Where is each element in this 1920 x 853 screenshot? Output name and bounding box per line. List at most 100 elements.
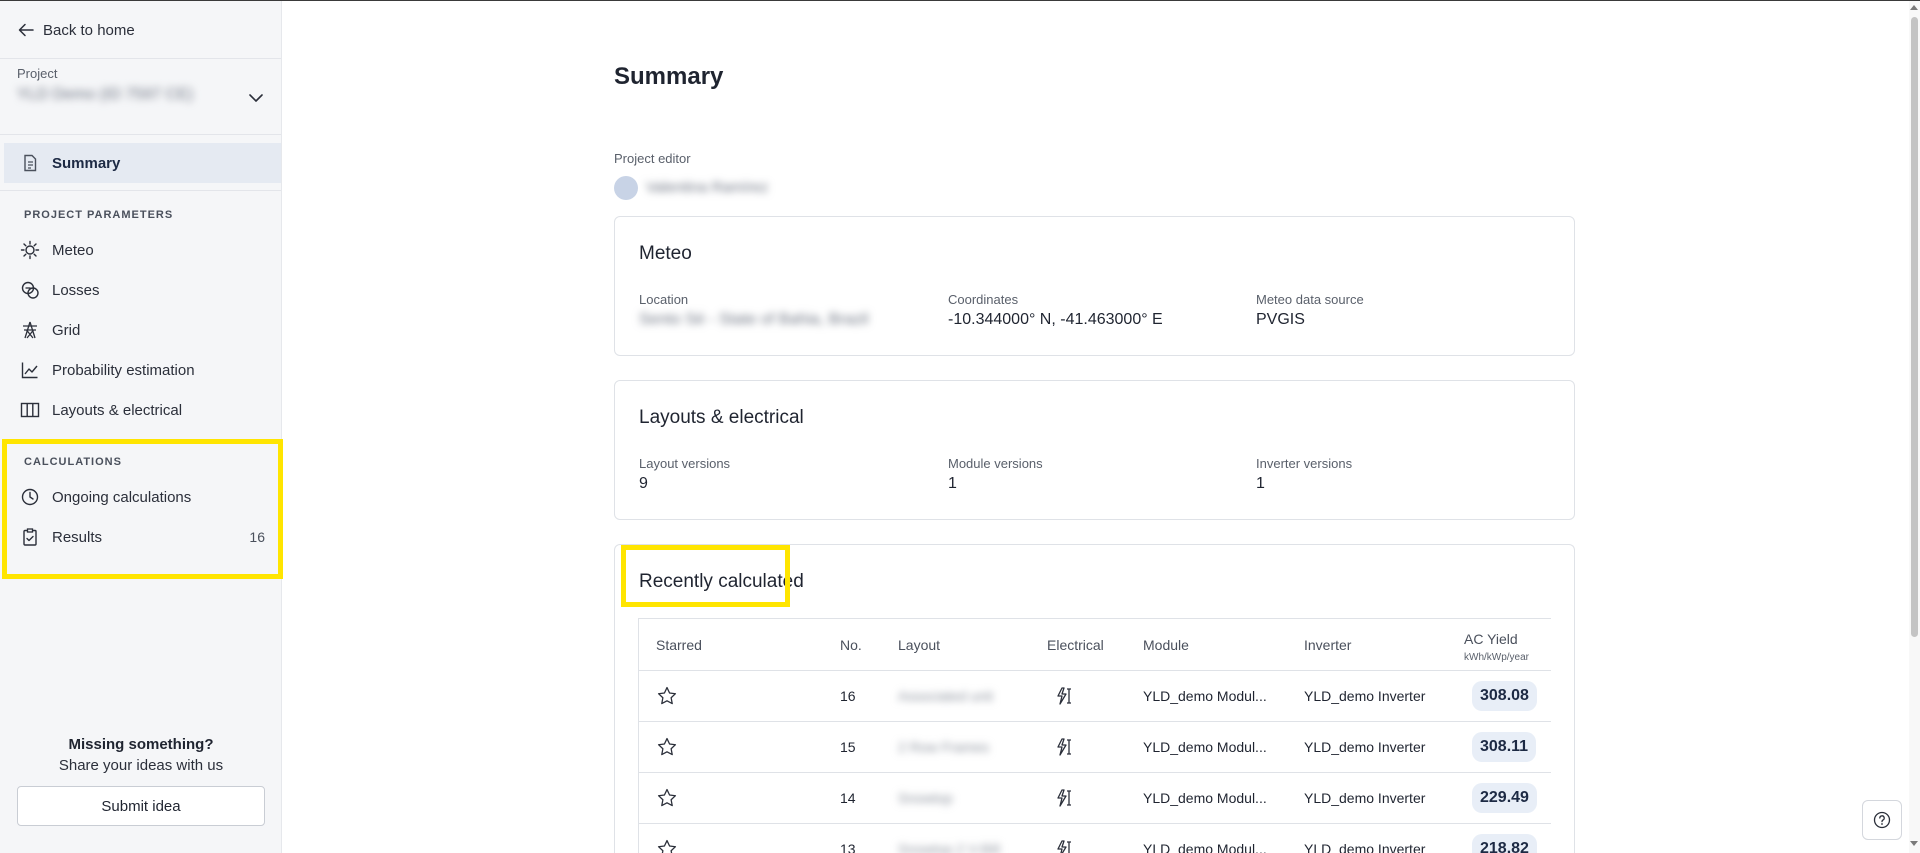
feedback-section: Missing something? Share your ideas with… (0, 736, 282, 774)
sidebar: Back to home Project YLD Demo (ID 7597 C… (0, 1, 282, 853)
row-layout: Snowtop 2 V-Bill (898, 841, 1000, 853)
meteo-card: Meteo Location Sento Sé - State of Bahia… (614, 216, 1575, 356)
scrollbar-thumb[interactable] (1911, 17, 1918, 637)
sidebar-item-losses[interactable]: Losses (4, 270, 281, 310)
column-header-no[interactable]: No. (840, 637, 862, 653)
column-header-electrical[interactable]: Electrical (1047, 637, 1104, 653)
row-inverter: YLD_demo Inverter (1304, 688, 1426, 704)
sidebar-item-label: Ongoing calculations (52, 488, 192, 506)
row-module: YLD_demo Modul... (1143, 739, 1267, 755)
section-title-project-parameters: PROJECT PARAMETERS (24, 209, 174, 221)
sidebar-item-label: Layouts & electrical (52, 401, 183, 419)
project-label: Project (17, 66, 58, 81)
sidebar-item-ongoing-calculations[interactable]: Ongoing calculations (4, 477, 281, 517)
meteo-card-title: Meteo (639, 243, 692, 264)
recent-results-table: Starred No. Layout Electrical Module Inv… (638, 618, 1551, 853)
star-icon[interactable] (656, 838, 678, 853)
meteo-source-value: PVGIS (1256, 311, 1305, 328)
sidebar-item-summary[interactable]: Summary (4, 143, 281, 183)
column-header-ac-yield[interactable]: AC Yield (1464, 631, 1518, 647)
project-editor-name: Valentina Ramírez (646, 179, 769, 196)
layout-versions-value: 9 (639, 475, 648, 492)
project-editor-label: Project editor (614, 151, 691, 166)
row-module: YLD_demo Modul... (1143, 790, 1267, 806)
inverter-versions-value: 1 (1256, 475, 1265, 492)
question-icon (1873, 811, 1891, 829)
results-count: 16 (249, 529, 265, 545)
line-chart-icon (21, 362, 38, 379)
sun-icon (20, 240, 40, 260)
table-row[interactable]: 14 Snowtop YLD_demo Modul... YLD_demo In… (639, 773, 1551, 824)
document-icon (24, 154, 37, 172)
arrow-left-icon (18, 23, 34, 37)
row-number: 15 (840, 739, 856, 755)
star-icon[interactable] (656, 736, 678, 758)
chevron-down-icon[interactable] (246, 88, 266, 108)
row-module: YLD_demo Modul... (1143, 841, 1267, 853)
column-header-starred[interactable]: Starred (656, 637, 702, 653)
row-layout: 2 Row Frames (898, 739, 990, 755)
project-name[interactable]: YLD Demo (ID 7597 CE) (17, 86, 227, 106)
sidebar-item-label: Grid (52, 321, 81, 339)
sidebar-item-label: Probability estimation (52, 361, 195, 379)
sidebar-item-label: Losses (52, 281, 100, 299)
clock-icon (21, 488, 39, 506)
electrical-icon[interactable] (1054, 788, 1074, 808)
module-versions-value: 1 (948, 475, 957, 492)
inverter-versions-label: Inverter versions (1256, 456, 1353, 471)
scroll-down-arrow-icon[interactable] (1910, 841, 1918, 846)
avatar (614, 176, 638, 200)
star-icon[interactable] (656, 685, 678, 707)
row-number: 13 (840, 841, 856, 853)
divider (0, 58, 281, 59)
ac-yield-badge: 218.82 (1472, 834, 1537, 853)
column-header-layout[interactable]: Layout (898, 637, 940, 653)
electrical-icon[interactable] (1054, 737, 1074, 757)
table-row[interactable]: 13 Snowtop 2 V-Bill YLD_demo Modul... YL… (639, 824, 1551, 853)
table-row[interactable]: 16 Associated unit YLD_demo Modul... YLD… (639, 671, 1551, 722)
row-inverter: YLD_demo Inverter (1304, 790, 1426, 806)
row-module: YLD_demo Modul... (1143, 688, 1267, 704)
sidebar-item-results[interactable]: Results 16 (4, 517, 281, 557)
scroll-up-arrow-icon[interactable] (1910, 5, 1918, 10)
electrical-icon[interactable] (1054, 839, 1074, 853)
location-value: Sento Sé - State of Bahia, Brazil (639, 311, 869, 328)
layouts-electrical-card: Layouts & electrical Layout versions 9 M… (614, 380, 1575, 520)
feedback-title: Missing something? (68, 736, 214, 753)
row-number: 16 (840, 688, 856, 704)
pylon-icon (23, 321, 37, 339)
row-inverter: YLD_demo Inverter (1304, 739, 1426, 755)
row-layout: Associated unit (898, 688, 993, 704)
ac-yield-badge: 308.08 (1472, 681, 1537, 711)
table-row[interactable]: 15 2 Row Frames YLD_demo Modul... YLD_de… (639, 722, 1551, 773)
coordinates-label: Coordinates (948, 292, 1019, 307)
sidebar-item-meteo[interactable]: Meteo (4, 230, 281, 270)
sidebar-item-label: Meteo (52, 241, 94, 259)
ac-yield-badge: 229.49 (1472, 783, 1537, 813)
back-to-home-link[interactable]: Back to home (17, 19, 135, 41)
column-header-inverter[interactable]: Inverter (1304, 637, 1351, 653)
main-content: Summary Project editor Valentina Ramírez… (282, 1, 1920, 853)
column-header-ac-yield-unit: kWh/kWp/year (1464, 652, 1530, 663)
help-button[interactable] (1862, 800, 1902, 840)
divider (0, 190, 281, 191)
meteo-source-label: Meteo data source (1256, 292, 1364, 307)
section-title-calculations: CALCULATIONS (24, 456, 122, 468)
back-label: Back to home (43, 21, 135, 39)
location-label: Location (639, 292, 689, 307)
module-versions-label: Module versions (948, 456, 1043, 471)
row-layout: Snowtop (898, 790, 953, 806)
sidebar-item-layouts-electrical[interactable]: Layouts & electrical (4, 390, 281, 430)
column-header-module[interactable]: Module (1143, 637, 1189, 653)
page-scrollbar[interactable] (1909, 1, 1920, 853)
row-number: 14 (840, 790, 856, 806)
electrical-icon[interactable] (1054, 686, 1074, 706)
star-icon[interactable] (656, 787, 678, 809)
page-title: Summary (614, 63, 724, 90)
layouts-card-title: Layouts & electrical (639, 407, 804, 428)
sidebar-item-grid[interactable]: Grid (4, 310, 281, 350)
submit-idea-button[interactable]: Submit idea (17, 786, 265, 826)
layout-versions-label: Layout versions (639, 456, 731, 471)
ac-yield-badge: 308.11 (1472, 732, 1537, 762)
sidebar-item-probability-estimation[interactable]: Probability estimation (4, 350, 281, 390)
